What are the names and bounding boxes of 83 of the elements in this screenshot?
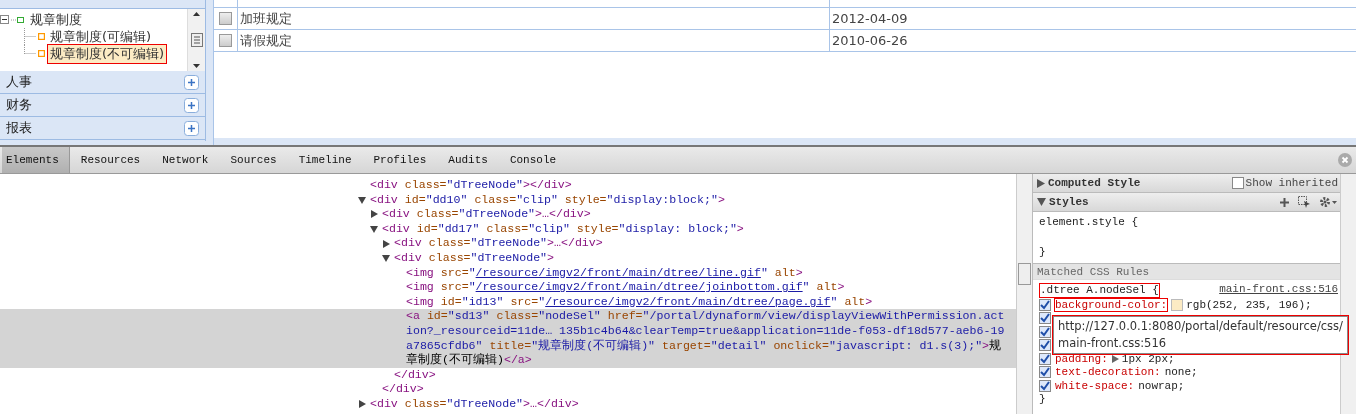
css-rule-selector: element.style { bbox=[1039, 215, 1140, 230]
html-element-code[interactable]: <a id="sd13" class="nodeSel" href="/portal/dynaform/view/displayViewWithPermission.action?_resourceid=11de… 135b1c4b64&clearTemp=true&application=11de-f053-df18d577-aeb6-19a7865cfdb6" title="规章制度(不可编辑)" target="detail" onclick="javascript: d1.s(3);">规章制度(不可编辑)</a> bbox=[406, 309, 1006, 368]
closing-tag: </div> bbox=[382, 382, 424, 397]
folder-icon bbox=[11, 15, 25, 24]
scrollbar[interactable] bbox=[187, 9, 205, 71]
page-icon bbox=[38, 33, 45, 40]
tooltip: http://127.0.0.1:8080/portal/default/resource/css/ main-front.css:516 bbox=[1053, 316, 1348, 354]
html-element-code[interactable]: <img src="/resource/imgv2/front/main/dtree/line.gif" alt> bbox=[406, 265, 803, 281]
collapse-icon[interactable] bbox=[0, 15, 9, 24]
collapse-triangle-icon[interactable] bbox=[1037, 198, 1046, 206]
table-cell-text: 2012-04-09 bbox=[831, 10, 909, 28]
css-property-value[interactable]: 1px 2px; bbox=[1121, 352, 1175, 365]
expand-triangle-icon[interactable] bbox=[1037, 178, 1045, 188]
collapse-triangle-icon[interactable] bbox=[382, 254, 390, 263]
checkbox[interactable] bbox=[1039, 379, 1051, 392]
html-element-code[interactable]: <div class="dTreeNode"> bbox=[394, 250, 555, 266]
css-property-name[interactable]: background-color: bbox=[1054, 297, 1169, 312]
accordion-header[interactable]: 人事 bbox=[0, 71, 205, 94]
closing-brace: } bbox=[1039, 245, 1047, 260]
checkbox[interactable] bbox=[1039, 298, 1051, 311]
css-property-value[interactable]: rgb(252, 235, 196); bbox=[1186, 298, 1312, 311]
plus-icon[interactable] bbox=[184, 74, 199, 90]
scrollbar[interactable] bbox=[1016, 174, 1032, 414]
tab[interactable]: Network bbox=[151, 147, 220, 173]
plus-icon[interactable] bbox=[184, 120, 199, 136]
css-rule-selector: .dtree A.nodeSel { bbox=[1039, 283, 1160, 298]
html-element-code[interactable]: <img id="id13" src="/resource/imgv2/front/main/dtree/page.gif" alt> bbox=[406, 294, 873, 310]
tab[interactable]: Profiles bbox=[362, 147, 438, 173]
table-cell: 加班规定 bbox=[238, 8, 830, 29]
settings-icon[interactable] bbox=[1319, 196, 1337, 208]
tab[interactable]: Audits bbox=[437, 147, 499, 173]
scroll-down-arrow-icon[interactable] bbox=[193, 64, 200, 68]
closing-tag: </div> bbox=[394, 367, 436, 383]
checkbox[interactable] bbox=[1039, 366, 1051, 379]
expand-triangle-icon[interactable] bbox=[382, 239, 390, 248]
checkbox[interactable] bbox=[1039, 352, 1051, 365]
accordion-header[interactable]: 报表 bbox=[0, 117, 205, 140]
css-property-name[interactable]: text-decoration: bbox=[1054, 365, 1162, 380]
plus-icon[interactable] bbox=[184, 97, 199, 113]
css-property-value[interactable]: none; bbox=[1164, 366, 1198, 379]
collapse-triangle-icon[interactable] bbox=[358, 195, 366, 204]
html-element-code[interactable]: <div class="dTreeNode"></div> bbox=[370, 178, 572, 193]
expand-triangle-icon[interactable] bbox=[358, 400, 366, 409]
css-property-value[interactable]: nowrap; bbox=[1138, 379, 1185, 392]
closing-brace: } bbox=[1038, 392, 1047, 406]
table-cell-text: 2010-06-26 bbox=[831, 32, 909, 50]
source-link[interactable]: main-front.css:516 bbox=[1219, 283, 1338, 298]
html-element-code[interactable]: <div id="dd10" class="clip" style="display:block;"> bbox=[370, 192, 725, 208]
expand-triangle-icon[interactable] bbox=[370, 210, 378, 219]
scroll-thumb[interactable] bbox=[190, 33, 203, 47]
html-element-code[interactable]: <div class="dTreeNode">…</div> bbox=[382, 207, 591, 222]
accordion-header[interactable]: 财务 bbox=[0, 94, 205, 117]
selected-node-highlight[interactable] bbox=[0, 309, 1016, 368]
tab[interactable]: Elements bbox=[2, 147, 70, 173]
css-property-name[interactable]: white-space: bbox=[1054, 378, 1136, 393]
element-picker-icon[interactable] bbox=[1298, 196, 1311, 208]
checkbox[interactable] bbox=[219, 34, 232, 47]
tree-item[interactable]: 规章制度(不可编辑) bbox=[47, 43, 168, 64]
checkbox[interactable] bbox=[1039, 312, 1051, 325]
html-element-code[interactable]: <div class="dTreeNode">…</div> bbox=[370, 396, 579, 412]
expand-triangle-icon[interactable] bbox=[1111, 354, 1119, 363]
plus-icon[interactable] bbox=[1279, 196, 1290, 208]
tab[interactable]: Timeline bbox=[287, 147, 363, 173]
html-element-code[interactable]: <img src="/resource/imgv2/front/main/dtree/joinbottom.gif" alt> bbox=[406, 280, 845, 295]
checkbox[interactable] bbox=[1039, 339, 1051, 352]
html-element-code[interactable]: <div class="dTreeNode">…</div> bbox=[394, 236, 603, 251]
checkbox-label[interactable]: Show inherited bbox=[1245, 177, 1338, 189]
section-header: Matched CSS Rules bbox=[1033, 263, 1340, 280]
tab[interactable]: Sources bbox=[219, 147, 288, 173]
css-property-name[interactable]: padding: bbox=[1054, 351, 1109, 366]
checkbox[interactable] bbox=[1231, 177, 1244, 189]
tab[interactable]: Console bbox=[498, 147, 568, 173]
table-cell: 请假规定 bbox=[238, 30, 830, 51]
page-icon bbox=[38, 50, 45, 57]
scroll-up-arrow-icon[interactable] bbox=[193, 12, 200, 16]
checkbox[interactable] bbox=[219, 12, 232, 25]
section-title[interactable]: Computed Style bbox=[1048, 177, 1141, 189]
checkbox[interactable] bbox=[1039, 325, 1051, 338]
collapse-triangle-icon[interactable] bbox=[370, 225, 378, 234]
color-swatch[interactable] bbox=[1171, 298, 1184, 311]
html-element-code[interactable]: <div id="dd17" class="clip" style="display: block;"> bbox=[382, 221, 744, 237]
section-title[interactable]: Styles bbox=[1049, 196, 1089, 208]
tab[interactable]: Resources bbox=[69, 147, 152, 173]
